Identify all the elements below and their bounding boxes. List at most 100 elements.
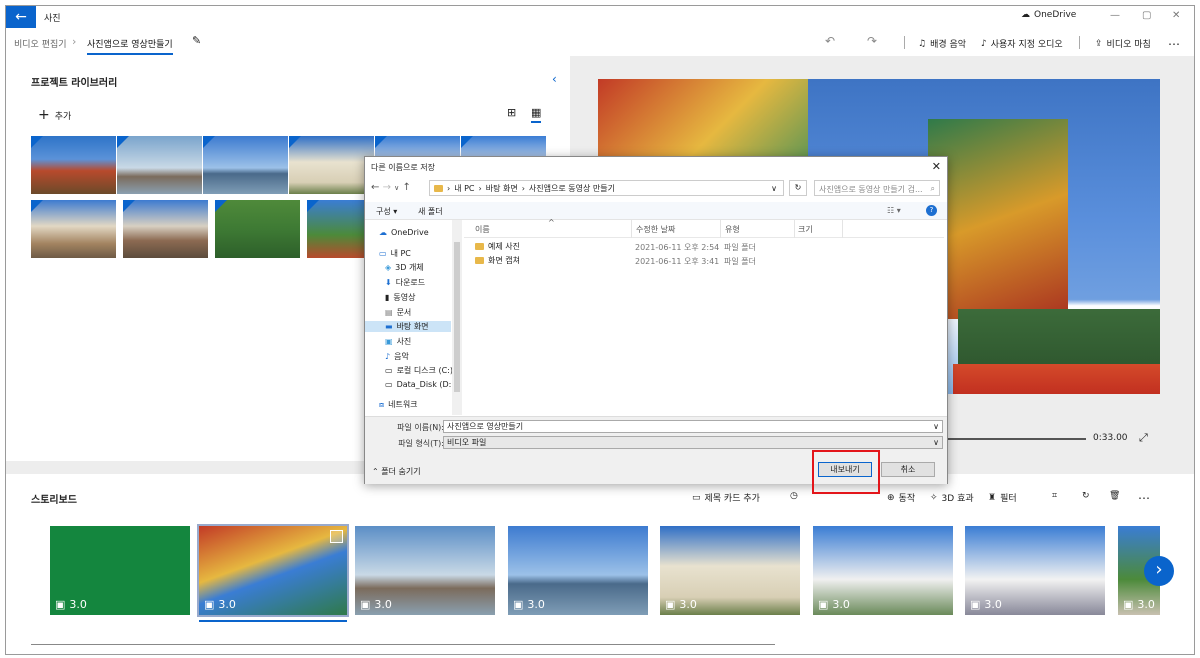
edit-title-icon[interactable]: ✎ [192, 34, 201, 47]
filetype-select[interactable]: 비디오 파일 ∨ [443, 436, 943, 449]
music-note-icon: ♫ [918, 38, 927, 49]
storyboard-clip[interactable]: ▣ 3.0 [50, 526, 190, 615]
storyboard-scrollbar[interactable] [31, 644, 775, 645]
motion-button[interactable]: ⊕ 동작 [887, 491, 915, 505]
path-segment[interactable]: 바탕 화면 [486, 183, 518, 194]
back-button[interactable]: ← [6, 6, 36, 28]
tree-item-3d-objects[interactable]: ◈ 3D 개체 [385, 262, 424, 273]
tree-item-desktop[interactable]: ▬ 바탕 화면 [365, 321, 451, 332]
tree-item-local-disk[interactable]: ▭ 로컬 디스크 (C:) [385, 365, 453, 376]
storyboard-clip[interactable]: ▣ 3.0 [197, 524, 349, 617]
tree-item-videos[interactable]: ▮ 동영상 [385, 292, 416, 303]
filename-input[interactable]: 사진앱으로 영상만들기 ∨ [443, 420, 943, 433]
clip-duration-value: 3.0 [69, 598, 87, 611]
address-dropdown-icon[interactable]: ∨ [771, 184, 777, 193]
3d-effects-button[interactable]: ✧ 3D 효과 [930, 491, 974, 505]
tree-item-music[interactable]: ♪ 음악 [385, 351, 409, 362]
playback-scrubber[interactable] [931, 438, 1086, 440]
tree-item-pictures[interactable]: ▣ 사진 [385, 336, 411, 347]
title-card-label: 제목 카드 추가 [704, 494, 760, 504]
column-divider[interactable] [794, 220, 795, 238]
forward-arrow-icon[interactable]: → [383, 182, 391, 193]
filetype-dropdown-icon[interactable]: ∨ [933, 437, 939, 448]
delete-icon[interactable]: 🗑 [1109, 491, 1120, 501]
search-box[interactable]: 사진앱으로 동영상 만들기 검... ⌕ [814, 180, 940, 196]
cancel-button[interactable]: 취소 [881, 462, 935, 477]
editor-toolbar: 비디오 편집기 › 사진앱으로 영상만들기 ✎ ↶ ↷ ♫ 배경 음악 ♪ 사용자 … [6, 28, 1194, 56]
add-media-button[interactable]: + 추가 [38, 107, 71, 123]
maximize-button[interactable]: ▢ [1142, 10, 1151, 21]
duration-button[interactable]: ◷ [790, 491, 798, 501]
custom-audio-button[interactable]: ♪ 사용자 지정 오디오 [981, 37, 1063, 51]
background-music-button[interactable]: ♫ 배경 음악 [918, 37, 966, 51]
resize-icon[interactable]: ⌗ [1052, 491, 1057, 501]
minimize-button[interactable]: — [1110, 10, 1120, 21]
storyboard-clip[interactable]: ▣ 3.0 [813, 526, 953, 615]
tree-item-network[interactable]: ⧈ 네트워크 [379, 399, 418, 410]
library-thumbnail[interactable] [31, 136, 116, 194]
filename-dropdown-icon[interactable]: ∨ [933, 421, 939, 432]
file-row[interactable]: 예제 사진 [475, 241, 520, 252]
tree-item-this-pc[interactable]: ▭ 내 PC [379, 248, 411, 259]
refresh-icon[interactable]: ↻ [789, 180, 807, 196]
address-bar[interactable]: › 내 PC › 바탕 화면 › 사진앱으로 동영상 만들기 ∨ [429, 180, 784, 196]
dialog-close-button[interactable]: ✕ [932, 160, 941, 173]
library-thumbnail[interactable] [203, 136, 288, 194]
filter-icon: ♜ [988, 492, 997, 503]
help-icon[interactable]: ? [926, 205, 937, 216]
recent-chevron-icon[interactable]: ∨ [394, 184, 399, 192]
clip-duration: ▣ 3.0 [1123, 598, 1155, 611]
rotate-icon[interactable]: ↻ [1082, 491, 1090, 501]
column-divider[interactable] [842, 220, 843, 238]
close-button[interactable]: ✕ [1172, 10, 1180, 21]
hide-folders-toggle[interactable]: ⌃ 폴더 숨기기 [372, 466, 421, 477]
collapse-library-icon[interactable]: ‹ [552, 72, 557, 86]
column-date[interactable]: 수정한 날짜 [636, 224, 675, 235]
tree-item-data-disk[interactable]: ▭ Data_Disk (D:) [385, 380, 455, 389]
storyboard-more-icon[interactable]: ⋯ [1138, 491, 1150, 505]
path-segment[interactable]: 사진앱으로 동영상 만들기 [529, 183, 615, 194]
column-type[interactable]: 유형 [725, 224, 740, 235]
back-arrow-icon[interactable]: ← [371, 182, 379, 193]
path-segment[interactable]: 내 PC [454, 183, 474, 194]
undo-icon[interactable]: ↶ [825, 34, 835, 48]
library-thumbnail[interactable] [117, 136, 202, 194]
organize-button[interactable]: 구성 ▾ [376, 206, 397, 217]
library-thumbnail[interactable] [123, 200, 208, 258]
tree-scroll-thumb[interactable] [454, 242, 460, 392]
storyboard-clip[interactable]: ▣ 3.0 [355, 526, 495, 615]
column-name[interactable]: 이름 [475, 224, 490, 235]
library-thumbnail[interactable] [215, 200, 300, 258]
expand-icon[interactable]: ⤢ [1139, 431, 1148, 445]
new-folder-button[interactable]: 새 폴더 [418, 206, 443, 217]
finish-video-button[interactable]: ⇪ 비디오 마침 [1095, 37, 1151, 51]
storyboard-clip[interactable]: ▣ 3.0 [660, 526, 800, 615]
column-divider[interactable] [720, 220, 721, 238]
small-grid-view-icon[interactable]: ▦ [531, 106, 542, 123]
tree-item-onedrive[interactable]: ☁ OneDrive [379, 228, 429, 237]
file-row[interactable]: 화면 캡쳐 [475, 255, 520, 266]
storyboard-clip[interactable]: ▣ 3.0 [508, 526, 648, 615]
next-clips-button[interactable]: › [1144, 556, 1174, 586]
filters-button[interactable]: ♜ 필터 [988, 491, 1017, 505]
tree-item-downloads[interactable]: ⬇ 다운로드 [385, 277, 425, 288]
onedrive-status[interactable]: ☁ OneDrive [1021, 10, 1076, 20]
search-icon: ⌕ [930, 184, 935, 193]
up-arrow-icon[interactable]: ↑ [402, 182, 410, 193]
storyboard-clip[interactable]: ▣ 3.0 [965, 526, 1105, 615]
view-options-icon[interactable]: ☷ ▾ [887, 206, 901, 215]
tree-item-documents[interactable]: ▤ 문서 [385, 307, 411, 318]
library-thumbnail[interactable] [289, 136, 374, 194]
add-title-card-button[interactable]: ▭ 제목 카드 추가 [692, 491, 760, 505]
tree-scrollbar[interactable] [452, 220, 462, 415]
column-divider[interactable] [631, 220, 632, 238]
library-thumbnail[interactable] [31, 200, 116, 258]
redo-icon[interactable]: ↷ [867, 34, 877, 48]
breadcrumb-video-editor[interactable]: 비디오 편집기 [14, 37, 67, 50]
large-grid-view-icon[interactable]: ⊞ [507, 106, 516, 119]
onedrive-label: OneDrive [1034, 10, 1077, 20]
clip-checkbox[interactable] [330, 530, 343, 543]
column-size[interactable]: 크기 [798, 224, 813, 235]
more-options-button[interactable]: ⋯ [1168, 37, 1180, 51]
file-name: 예제 사진 [488, 242, 520, 251]
